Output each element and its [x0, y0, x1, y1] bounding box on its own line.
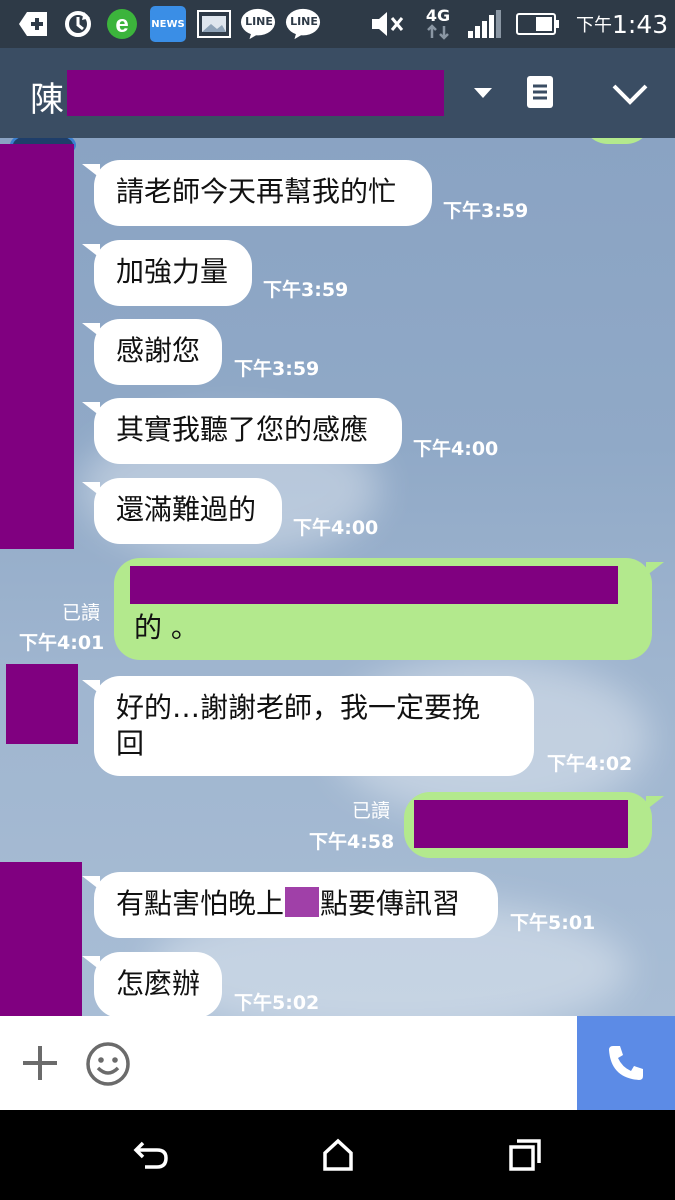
message-time: 下午3:59: [263, 279, 349, 301]
back-icon[interactable]: [128, 1132, 174, 1178]
message-time: 下午4:00: [413, 438, 499, 460]
line-app-icon: LINE: [240, 6, 276, 42]
news-app-icon: NEWS: [150, 6, 186, 42]
network-label: 4G: [425, 6, 451, 25]
redacted-avatar: [0, 862, 82, 1016]
battery-icon: [514, 6, 562, 42]
message-text: 感謝您: [116, 334, 201, 367]
clock-time: 1:43: [612, 9, 669, 39]
message-text: 其實我聽了您的感應: [116, 413, 369, 446]
message-text-line: 好的…謝謝老師，我一定要挽: [116, 691, 481, 724]
sent-message[interactable]: [404, 792, 652, 858]
redacted-avatar: [6, 664, 78, 744]
chat-area[interactable]: 請老師今天再幫我的忙 下午3:59 加強力量 下午3:59 感謝您 下午3:59…: [0, 138, 675, 1016]
sent-message[interactable]: 的 。: [114, 558, 652, 660]
collapse-menu-icon[interactable]: [608, 76, 652, 112]
redacted-message-text: [414, 800, 628, 848]
message-text-line: 回: [116, 727, 145, 760]
add-attachment-icon[interactable]: [18, 1041, 62, 1085]
received-message[interactable]: 還滿難過的: [94, 478, 282, 544]
message-input-bar: [0, 1016, 675, 1110]
notes-icon[interactable]: [522, 74, 558, 110]
message-text: 怎麼辦: [116, 967, 201, 1000]
bubble-tail: [646, 796, 664, 810]
svg-text:e: e: [115, 11, 128, 38]
received-message[interactable]: 加強力量: [94, 240, 252, 306]
read-receipt: 已讀: [352, 800, 391, 822]
clock: 下午 1:43: [576, 0, 668, 48]
sync-icon: [60, 6, 96, 42]
message-text: 有點害怕晚上: [116, 887, 285, 920]
redacted-chat-name: [67, 70, 444, 116]
message-time: 下午3:59: [443, 200, 529, 222]
emoji-icon[interactable]: [84, 1040, 132, 1088]
line-label: LINE: [245, 15, 273, 28]
message-time: 下午5:01: [510, 912, 596, 934]
status-bar: e NEWS LINE LINE 4G 下午 1:43: [0, 0, 675, 48]
signal-icon: [466, 6, 502, 42]
message-time: 下午4:00: [293, 517, 379, 539]
phone-icon: [609, 1046, 643, 1080]
call-button[interactable]: [577, 1016, 675, 1110]
received-message[interactable]: 有點害怕晚上 點要傳訊習: [94, 872, 498, 938]
network-4g-icon: 4G: [420, 6, 456, 42]
mute-icon: [370, 6, 406, 42]
read-receipt: 已讀: [62, 602, 101, 624]
message-time: 下午3:59: [234, 358, 320, 380]
message-time: 下午5:02: [234, 992, 320, 1014]
message-text: 請老師今天再幫我的忙: [116, 175, 397, 208]
message-time: 下午4:01: [19, 632, 105, 654]
chat-title-initial: 陳: [30, 80, 64, 120]
bubble-tail: [646, 562, 664, 576]
message-text: 還滿難過的: [116, 493, 257, 526]
partial-sent-bubble: [582, 138, 652, 144]
received-message[interactable]: 好的…謝謝老師，我一定要挽 回: [94, 676, 534, 776]
redacted-message-text: [130, 566, 618, 604]
received-message[interactable]: 請老師今天再幫我的忙: [94, 160, 432, 226]
message-time: 下午4:58: [309, 831, 395, 853]
message-time: 下午4:02: [547, 753, 633, 775]
browser-icon: e: [104, 6, 140, 42]
redacted-inline-text: [285, 887, 320, 917]
received-message[interactable]: 其實我聽了您的感應: [94, 398, 402, 464]
message-text: 點要傳訊習: [320, 887, 461, 920]
message-text: 的 。: [134, 611, 199, 644]
clock-period: 下午: [576, 15, 612, 36]
image-icon: [196, 6, 232, 42]
line-label: LINE: [290, 15, 318, 28]
line-app-icon: LINE: [285, 6, 321, 42]
received-message[interactable]: 感謝您: [94, 319, 222, 385]
add-notification-icon: [14, 6, 50, 42]
chat-header: 陳: [0, 48, 675, 138]
received-message[interactable]: 怎麼辦: [94, 952, 222, 1016]
redacted-avatar: [0, 144, 74, 549]
message-text: 加強力量: [116, 255, 229, 288]
recent-apps-icon[interactable]: [502, 1132, 548, 1178]
system-nav-bar: [0, 1110, 675, 1200]
title-dropdown-icon[interactable]: [468, 78, 498, 108]
news-label: NEWS: [151, 18, 185, 30]
home-icon[interactable]: [315, 1132, 361, 1178]
